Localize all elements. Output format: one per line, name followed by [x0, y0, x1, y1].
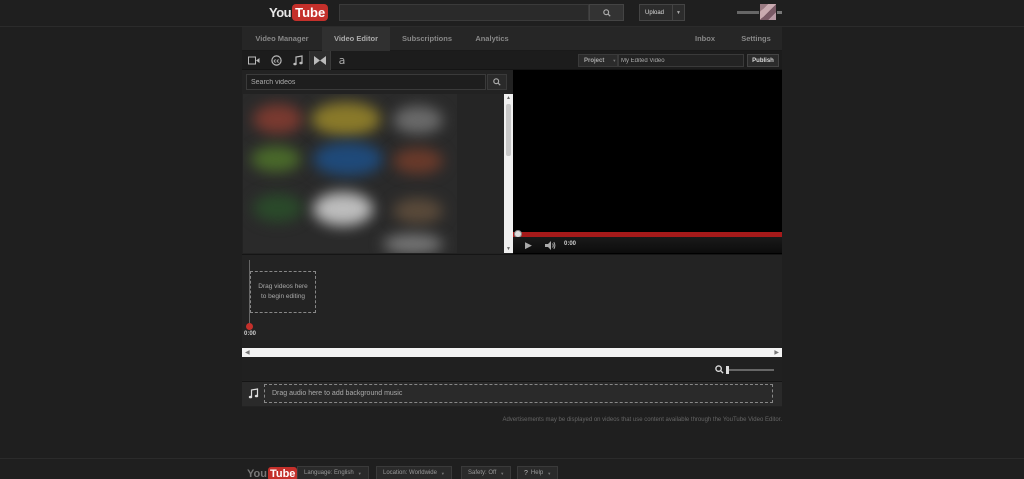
video-thumbnail-grid[interactable]	[243, 94, 457, 253]
music-note-icon	[248, 388, 259, 399]
chevron-down-icon: ▼	[612, 58, 617, 63]
video-preview[interactable]	[513, 70, 782, 254]
chevron-down-icon: ▼	[547, 470, 552, 476]
zoom-slider-handle[interactable]	[726, 366, 729, 374]
footer-logo-you: You	[247, 468, 267, 479]
tab-video-manager[interactable]: Video Manager	[242, 27, 322, 51]
text-tool[interactable]: a	[331, 51, 353, 70]
search-icon	[493, 78, 501, 86]
playhead-handle[interactable]	[246, 323, 253, 330]
site-search-input[interactable]	[339, 4, 589, 21]
upload-button[interactable]: Upload ▼	[639, 4, 685, 21]
project-label: Project	[584, 57, 605, 64]
language-selector[interactable]: Language: English ▼	[297, 466, 369, 479]
publish-button[interactable]: Publish	[747, 54, 779, 67]
audio-tool[interactable]	[287, 51, 309, 70]
video-camera-icon	[248, 56, 260, 65]
zoom-icon	[715, 365, 724, 374]
language-label: Language: English	[304, 470, 354, 476]
video-drop-zone[interactable]: Drag videos here to begin editing	[250, 271, 316, 313]
footer-logo-tube: Tube	[267, 467, 298, 479]
transitions-icon	[314, 56, 326, 65]
youtube-logo[interactable]: You Tube	[269, 3, 329, 22]
chevron-down-icon: ▼	[357, 470, 362, 476]
tab-analytics[interactable]: Analytics	[466, 27, 518, 51]
music-note-icon	[293, 55, 303, 66]
zoom-slider[interactable]	[727, 369, 774, 371]
player-time: 0:00	[564, 241, 577, 247]
scroll-down-icon[interactable]: ▼	[506, 246, 511, 252]
volume-icon[interactable]	[545, 241, 556, 250]
creative-commons-tool[interactable]: cc	[265, 51, 287, 70]
location-label: Location: Worldwide	[383, 470, 437, 476]
my-videos-tool[interactable]	[243, 51, 265, 70]
chevron-down-icon[interactable]: ▼	[672, 5, 684, 20]
help-label: Help	[530, 470, 544, 476]
audio-drop-zone[interactable]: Drag audio here to add background music	[264, 384, 773, 403]
help-icon: ?	[524, 469, 528, 477]
creative-commons-icon: cc	[270, 55, 282, 66]
scroll-left-icon[interactable]: ◀	[245, 349, 250, 356]
tab-subscriptions[interactable]: Subscriptions	[394, 27, 460, 51]
timeline-scrollbar[interactable]: ◀ ▶	[242, 348, 782, 357]
tab-settings[interactable]: Settings	[736, 27, 776, 51]
search-videos-button[interactable]	[487, 74, 507, 90]
timeline-area	[242, 254, 782, 346]
upload-label: Upload	[645, 9, 665, 16]
help-button[interactable]: ? Help ▼	[517, 466, 559, 479]
site-search-button[interactable]	[589, 4, 624, 21]
footer-logo[interactable]: You Tube	[247, 467, 298, 479]
avatar[interactable]	[760, 4, 776, 20]
library-scrollbar[interactable]: ▲ ▼	[504, 94, 513, 253]
safety-selector[interactable]: Safety: Off ▼	[461, 466, 512, 479]
account-name[interactable]	[737, 11, 759, 14]
svg-text:cc: cc	[273, 58, 279, 64]
play-icon[interactable]: ▶	[525, 240, 532, 251]
tab-video-editor[interactable]: Video Editor	[322, 27, 390, 51]
search-icon	[602, 8, 611, 17]
search-videos-input[interactable]	[246, 74, 486, 90]
text-icon: a	[338, 54, 346, 67]
account-nav: Video Manager Video Editor Subscriptions…	[242, 27, 782, 51]
chevron-down-icon: ▼	[440, 470, 445, 476]
playhead-time: 0:00	[244, 331, 257, 337]
chevron-down-icon: ▼	[500, 470, 505, 476]
project-menu-button[interactable]: Project ▼	[578, 54, 618, 67]
zoom-row	[242, 360, 782, 380]
logo-you-text: You	[269, 5, 292, 20]
location-selector[interactable]: Location: Worldwide ▼	[376, 466, 452, 479]
project-name-input[interactable]	[618, 54, 744, 67]
footer-divider	[0, 458, 1024, 459]
ads-disclaimer: Advertisements may be displayed on video…	[502, 417, 782, 423]
scroll-up-icon[interactable]: ▲	[506, 95, 511, 101]
account-menu-icon[interactable]	[777, 11, 782, 14]
scrollbar-thumb[interactable]	[506, 104, 511, 156]
audio-drop-text: Drag audio here to add background music	[272, 390, 403, 397]
scroll-right-icon[interactable]: ▶	[774, 349, 779, 356]
safety-label: Safety: Off	[468, 470, 497, 476]
tab-inbox[interactable]: Inbox	[688, 27, 722, 51]
transitions-tool[interactable]	[309, 51, 331, 70]
video-drop-text: Drag videos here to begin editing	[258, 283, 308, 300]
logo-tube-text: Tube	[292, 4, 329, 21]
